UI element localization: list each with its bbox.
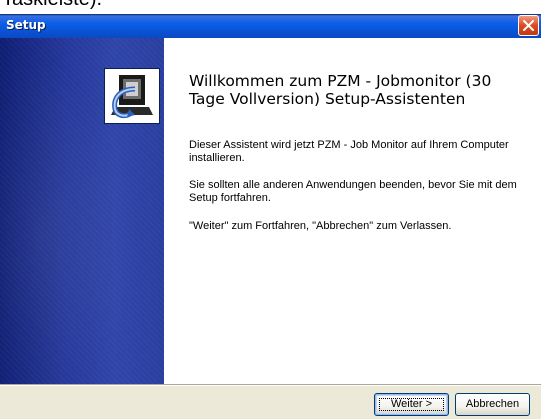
window-title: Setup bbox=[6, 18, 46, 32]
cancel-button-label: Abbrechen bbox=[465, 398, 520, 410]
next-button[interactable]: Weiter > bbox=[374, 393, 449, 416]
installer-icon bbox=[104, 68, 160, 124]
intro-paragraph: Dieser Assistent wird jetzt PZM - Job Mo… bbox=[189, 139, 509, 164]
content-panel: Willkommen zum PZM - Jobmonitor (30 Tage… bbox=[164, 38, 541, 384]
background-text: Taskleiste). bbox=[2, 0, 102, 11]
close-icon bbox=[523, 20, 534, 31]
separator-line bbox=[0, 384, 541, 386]
focus-rectangle bbox=[379, 398, 444, 411]
title-bar[interactable]: Setup bbox=[0, 14, 541, 38]
instructions-paragraph: "Weiter" zum Fortfahren, "Abbrechen" zum… bbox=[189, 220, 452, 232]
cancel-button[interactable]: Abbrechen bbox=[455, 393, 530, 416]
close-apps-paragraph: Sie sollten alle anderen Anwendungen bee… bbox=[189, 179, 517, 204]
close-button[interactable] bbox=[518, 15, 539, 36]
wizard-sidebar-image bbox=[0, 38, 164, 384]
welcome-heading: Willkommen zum PZM - Jobmonitor (30 Tage… bbox=[189, 72, 492, 108]
setup-window: Setup Willkommen zum PZM - Jobmonitor (3… bbox=[0, 14, 541, 419]
